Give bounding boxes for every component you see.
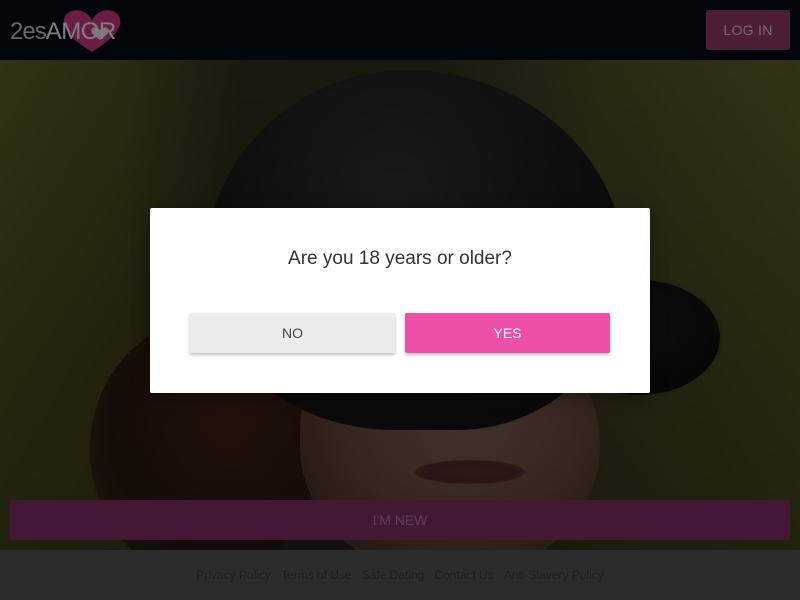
site-footer: Privacy Policy Terms of Use Safe Dating … <box>0 550 800 600</box>
login-button[interactable]: LOG IN <box>706 10 790 50</box>
footer-link-privacy-policy[interactable]: Privacy Policy <box>196 568 271 582</box>
site-logo[interactable]: 2esAMOR <box>10 8 121 52</box>
footer-link-anti-slavery-policy[interactable]: Anti-Slavery Policy <box>504 568 604 582</box>
yes-button[interactable]: YES <box>405 313 610 353</box>
age-verification-dialog: Are you 18 years or older? NO YES <box>150 208 650 393</box>
footer-link-terms-of-use[interactable]: Terms of Use <box>281 568 352 582</box>
age-question: Are you 18 years or older? <box>288 248 512 269</box>
logo-wordmark: 2esAMOR <box>10 18 116 46</box>
footer-link-contact-us[interactable]: Contact Us <box>434 568 493 582</box>
footer-link-safe-dating[interactable]: Safe Dating <box>362 568 425 582</box>
logo-prefix: 2es <box>10 18 47 45</box>
logo-name: AMOR <box>45 18 117 45</box>
no-button[interactable]: NO <box>190 313 395 353</box>
site-header: 2esAMOR LOG IN <box>0 0 800 60</box>
im-new-button[interactable]: I'M NEW <box>10 500 790 540</box>
